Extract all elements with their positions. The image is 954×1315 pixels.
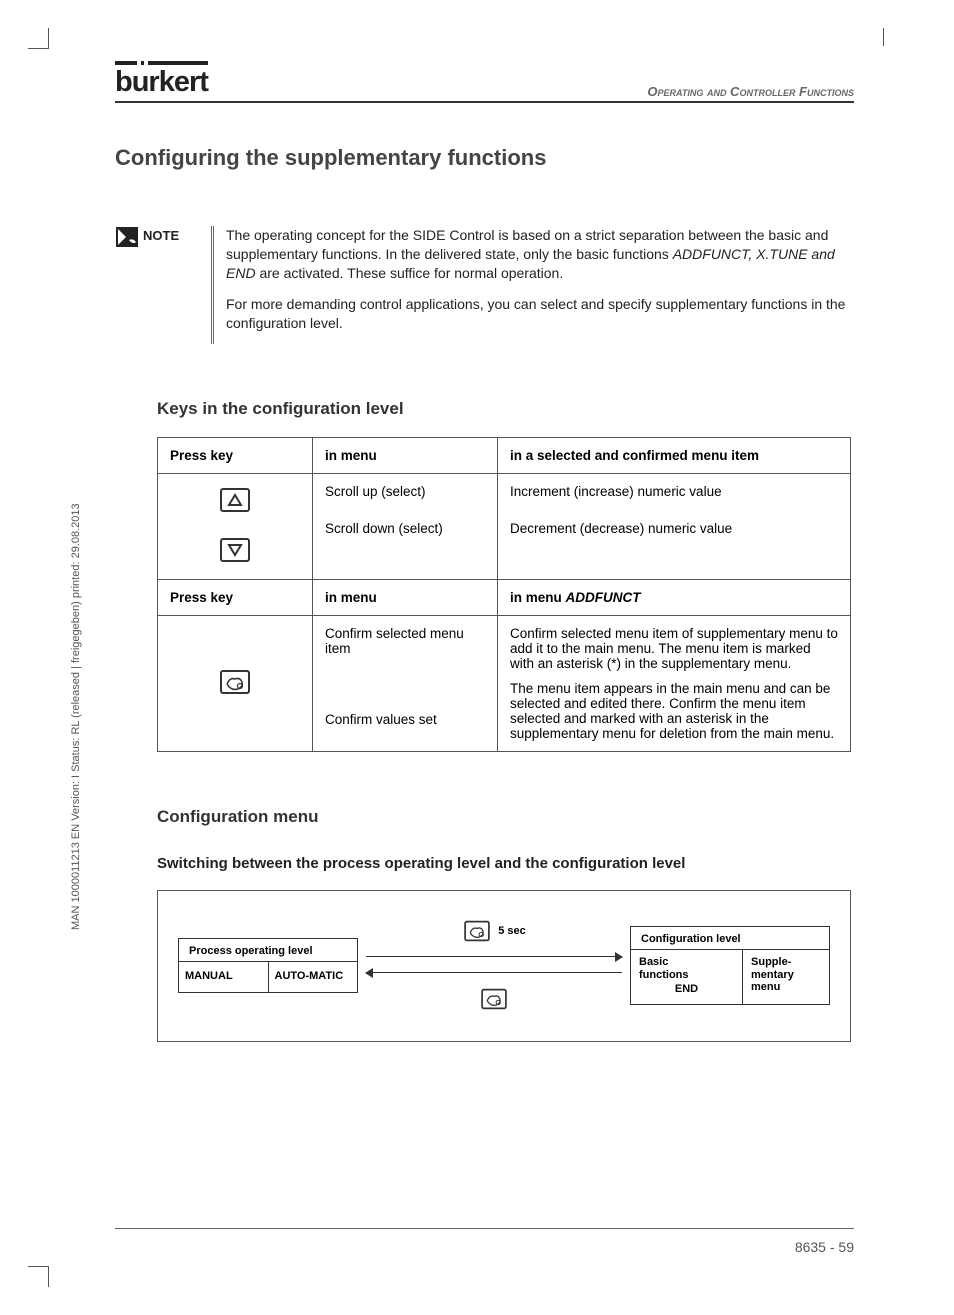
document-meta-sidebar: MAN 1000011213 EN Version: I Status: RL … [70, 503, 82, 930]
automatic-cell: AUTO-MATIC [269, 962, 358, 992]
th-inmenu2: in menu [313, 580, 498, 616]
note-icon [115, 226, 143, 253]
cell: Decrement (decrease) numeric value [510, 521, 838, 536]
cell: Confirm values set [325, 712, 485, 727]
up-key-icon [220, 488, 250, 512]
duration-label: 5 sec [498, 925, 526, 937]
arrow-right-icon [366, 951, 622, 963]
down-key-icon [220, 538, 250, 562]
footer-rule [115, 1228, 854, 1229]
config-subheading: Switching between the process operating … [157, 855, 854, 872]
th-selected: in a selected and confirmed menu item [498, 438, 851, 474]
keys-table: Press key in menu in a selected and conf… [157, 437, 851, 752]
cell: Increment (increase) numeric value [510, 484, 838, 499]
keys-heading: Keys in the configuration level [157, 399, 854, 419]
section-header: Operating and Controller Functions [647, 84, 854, 99]
config-level-box: Configuration level Basic functions END … [630, 926, 830, 1005]
supplementary-menu-cell: Supple- mentary menu [743, 950, 802, 1004]
th-presskey: Press key [158, 438, 313, 474]
th-inmenu: in menu [313, 438, 498, 474]
crop-mark [883, 28, 902, 46]
th-addfunct: in menu ADDFUNCT [498, 580, 851, 616]
config-menu-heading: Configuration menu [157, 807, 854, 827]
hand-key-icon [481, 989, 507, 1009]
note-body: The operating concept for the SIDE Contr… [211, 226, 854, 344]
th-presskey2: Press key [158, 580, 313, 616]
note-label: NOTE [143, 226, 211, 243]
cell: The menu item appears in the main menu a… [510, 681, 838, 741]
cell: Confirm selected menu item [325, 626, 485, 656]
crop-mark [28, 1266, 49, 1287]
hand-key-icon [220, 670, 250, 694]
footer-page-number: 8635 - 59 [795, 1239, 854, 1255]
arrow-left-icon [366, 967, 622, 979]
basic-functions-cell: Basic functions END [631, 950, 743, 1004]
crop-mark [28, 28, 49, 49]
cell: Confirm selected menu item of supplement… [510, 626, 838, 671]
process-level-box: Process operating level MANUAL AUTO-MATI… [178, 938, 358, 993]
level-switch-diagram: Process operating level MANUAL AUTO-MATI… [157, 890, 851, 1042]
brand-logo: burkert [115, 66, 208, 99]
cell: Scroll up (select) [325, 484, 485, 499]
cell: Scroll down (select) [325, 521, 485, 536]
hand-key-icon [464, 921, 490, 941]
manual-cell: MANUAL [179, 962, 269, 992]
page-title: Configuring the supplementary functions [115, 145, 854, 171]
